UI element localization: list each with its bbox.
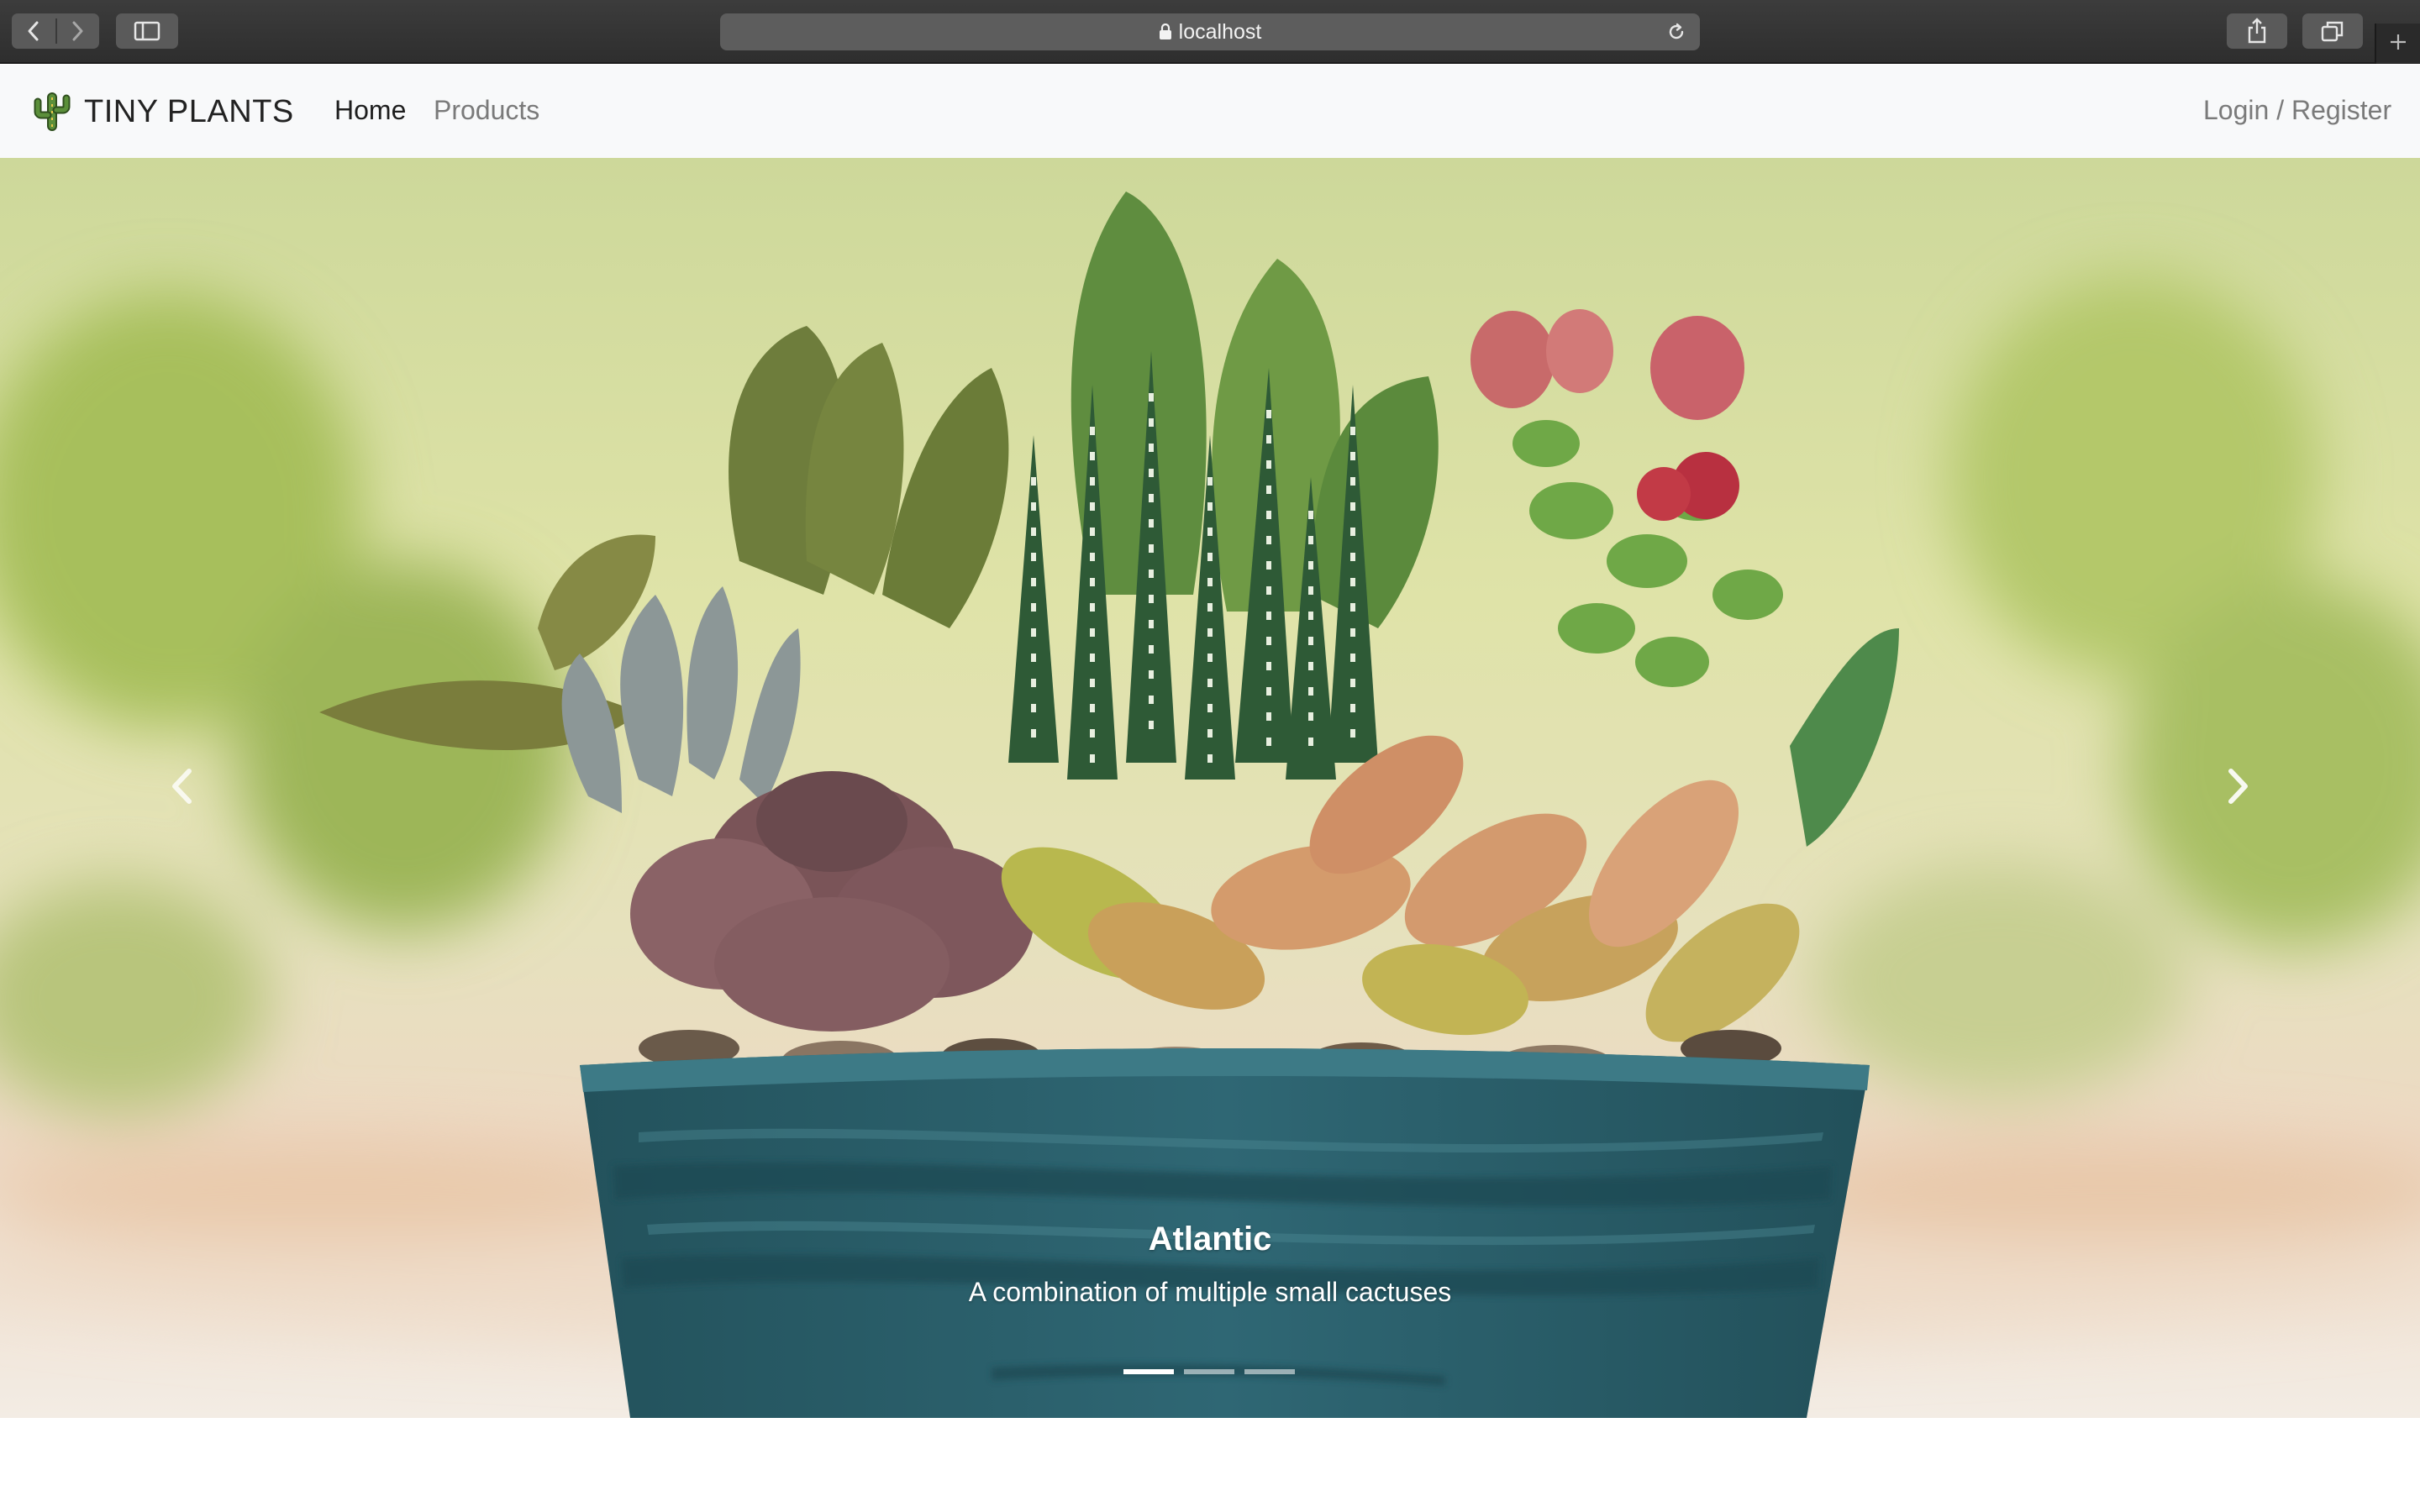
carousel-indicator[interactable]: [1123, 1369, 1174, 1374]
carousel-indicator[interactable]: [1184, 1369, 1234, 1374]
hero-carousel: Atlantic A combination of multiple small…: [0, 158, 2420, 1418]
chevron-left-icon: [169, 768, 194, 809]
carousel-prev-button[interactable]: [55, 158, 308, 1418]
carousel-indicators: [1123, 1369, 1295, 1374]
nav-link-home[interactable]: Home: [334, 95, 406, 126]
share-button[interactable]: [2227, 13, 2287, 49]
slide-description: A combination of multiple small cactuses: [968, 1277, 1452, 1307]
site-navbar: TINY PLANTS Home Products Login / Regist…: [0, 65, 2420, 158]
lock-icon: [1159, 24, 1172, 40]
carousel-indicator[interactable]: [1244, 1369, 1295, 1374]
forward-button[interactable]: [55, 13, 99, 49]
carousel-next-button[interactable]: [2112, 158, 2365, 1418]
slide-title: Atlantic: [1148, 1221, 1272, 1257]
share-icon: [2246, 18, 2268, 45]
tabs-overview-button[interactable]: [2302, 13, 2363, 49]
carousel-caption: Atlantic A combination of multiple small…: [790, 1216, 1630, 1312]
tabs-overview-icon: [2321, 20, 2344, 42]
chevron-left-icon: [26, 20, 41, 42]
nav-link-products[interactable]: Products: [434, 95, 539, 126]
login-register-link[interactable]: Login / Register: [2203, 95, 2391, 126]
reload-icon[interactable]: [1665, 20, 1688, 44]
back-button[interactable]: [12, 13, 55, 49]
chevron-right-icon: [2226, 768, 2251, 809]
browser-toolbar: localhost: [0, 0, 2420, 64]
cactus-icon: [32, 90, 72, 134]
sidebar-toggle-button[interactable]: [116, 13, 178, 49]
url-text: localhost: [1178, 19, 1262, 44]
address-bar[interactable]: localhost: [720, 13, 1700, 50]
brand-name: TINY PLANTS: [84, 93, 294, 129]
new-tab-button[interactable]: [2375, 24, 2420, 64]
history-navigation: [12, 13, 99, 49]
plus-icon: [2388, 32, 2408, 56]
sidebar-icon: [134, 21, 160, 41]
brand-link[interactable]: TINY PLANTS: [32, 88, 294, 135]
chevron-right-icon: [70, 20, 85, 42]
